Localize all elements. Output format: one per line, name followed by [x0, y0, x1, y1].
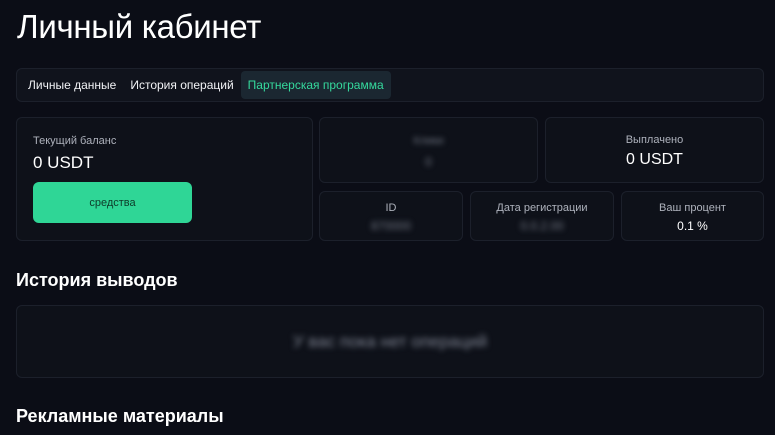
withdrawals-title: История выводов: [16, 270, 178, 290]
paid-card: Выплачено 0 USDT: [545, 117, 764, 183]
id-value: 870000: [370, 219, 412, 233]
page-title: Личный кабинет: [17, 8, 262, 45]
account-page: Личный кабинет Личные данные История опе…: [0, 0, 775, 435]
tab-bar: Личные данные История операций Партнерск…: [16, 68, 764, 102]
balance-label: Текущий баланс: [33, 135, 117, 147]
paid-value: 0 USDT: [626, 151, 683, 168]
percent-card: Ваш процент 0.1 %: [621, 191, 764, 241]
registration-date-card: Дата регистрации 0.0.2.00: [470, 191, 614, 241]
tab-operations-history[interactable]: История операций: [123, 71, 240, 99]
percent-label: Ваш процент: [659, 202, 726, 214]
withdrawals-empty-text: У вас пока нет операций: [292, 332, 488, 351]
percent-value: 0.1 %: [677, 219, 708, 233]
promo-materials-title: Рекламные материалы: [16, 406, 224, 426]
id-card: ID 870000: [319, 191, 463, 241]
registration-date-label: Дата регистрации: [496, 202, 588, 214]
balance-value: 0 USDT: [33, 153, 94, 172]
tab-personal-data[interactable]: Личные данные: [21, 71, 123, 99]
tab-partner-program[interactable]: Партнерская программа: [240, 71, 391, 99]
withdraw-button[interactable]: средства: [33, 182, 192, 223]
clicks-value: 0: [425, 155, 432, 169]
withdrawals-empty-card: У вас пока нет операций: [16, 305, 764, 378]
registration-date-value: 0.0.2.00: [520, 219, 564, 233]
balance-card: Текущий баланс 0 USDT средства: [16, 117, 313, 241]
clicks-label: Клики: [413, 135, 444, 147]
clicks-card: Клики 0: [319, 117, 538, 183]
id-label: ID: [385, 202, 397, 214]
paid-label: Выплачено: [625, 134, 684, 146]
